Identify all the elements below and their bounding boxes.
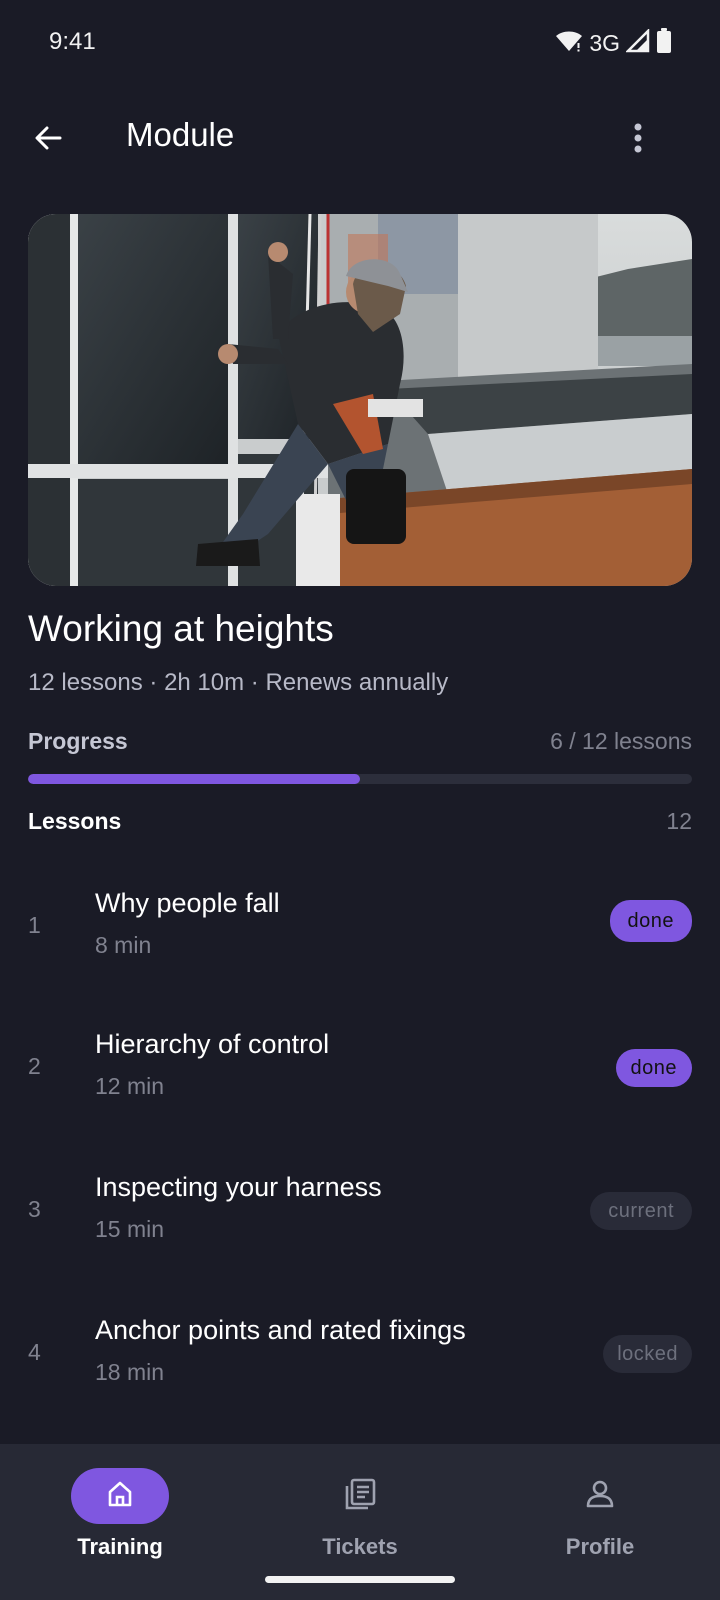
- person-icon: [584, 1478, 616, 1515]
- back-button[interactable]: [24, 116, 72, 164]
- lesson-title: Hierarchy of control: [95, 1029, 330, 1059]
- lessons-header: Lessons: [28, 808, 122, 834]
- status-badge: done: [615, 1049, 692, 1087]
- app-bar: Module: [0, 88, 720, 188]
- lesson-number: 3: [28, 1196, 41, 1222]
- module-meta: 12 lessons · 2h 10m · Renews annually: [28, 669, 449, 696]
- nav-label-profile: Profile: [565, 1534, 635, 1559]
- lesson-duration: 8 min: [95, 932, 152, 958]
- more-options-button[interactable]: [614, 116, 662, 164]
- nav-item-tickets[interactable]: Tickets: [240, 1456, 480, 1566]
- battery-icon: [656, 28, 672, 59]
- lesson-number: 2: [28, 1053, 41, 1079]
- tickets-icon: [343, 1477, 377, 1516]
- lesson-duration: 15 min: [95, 1216, 165, 1242]
- nav-icon-container: [311, 1468, 409, 1524]
- signal-icon: [624, 27, 650, 58]
- status-icons: 3G: [555, 27, 672, 59]
- module-title: Working at heights: [28, 608, 334, 649]
- nav-icon-container: [551, 1468, 649, 1524]
- lesson-item[interactable]: 2 Hierarchy of control 12 min done: [0, 1001, 720, 1144]
- lesson-list: 1 Why people fall 8 min done 2 Hierarchy…: [0, 860, 720, 1430]
- progress-bar: [28, 774, 692, 784]
- module-hero-image: [28, 214, 692, 586]
- nav-item-training[interactable]: Training: [0, 1456, 240, 1566]
- lesson-number: 4: [28, 1339, 41, 1365]
- lesson-duration: 12 min: [95, 1073, 165, 1099]
- lesson-title: Inspecting your harness: [95, 1172, 382, 1202]
- nav-item-profile[interactable]: Profile: [480, 1456, 720, 1566]
- nav-label-training: Training: [77, 1534, 163, 1559]
- network-type: 3G: [589, 30, 620, 56]
- wifi-icon: [555, 29, 583, 58]
- lessons-count: 12: [666, 808, 692, 834]
- more-vert-icon: [634, 123, 642, 158]
- status-badge: current: [590, 1192, 692, 1230]
- lesson-number: 1: [28, 912, 41, 938]
- lesson-title: Why people fall: [95, 888, 280, 918]
- lesson-duration: 18 min: [95, 1359, 165, 1385]
- status-bar: 9:41 3G: [0, 0, 720, 88]
- progress-label: Progress: [28, 728, 128, 754]
- home-indicator[interactable]: [265, 1576, 455, 1583]
- nav-label-tickets: Tickets: [322, 1534, 398, 1559]
- progress-count: 6 / 12 lessons: [550, 728, 692, 754]
- status-time: 9:41: [49, 28, 96, 55]
- status-badge: done: [609, 900, 692, 942]
- lesson-item[interactable]: 3 Inspecting your harness 15 min current: [0, 1144, 720, 1287]
- lesson-item[interactable]: 4 Anchor points and rated fixings 18 min…: [0, 1287, 720, 1430]
- home-icon: [105, 1479, 135, 1514]
- arrow-back-icon: [32, 122, 64, 159]
- lesson-item[interactable]: 1 Why people fall 8 min done: [0, 860, 720, 1003]
- progress-bar-fill: [28, 774, 360, 784]
- page-title: Module: [126, 116, 235, 153]
- lesson-title: Anchor points and rated fixings: [95, 1315, 466, 1345]
- nav-active-indicator: [71, 1468, 169, 1524]
- rope-access-photo: [28, 214, 692, 586]
- status-badge: locked: [603, 1335, 692, 1373]
